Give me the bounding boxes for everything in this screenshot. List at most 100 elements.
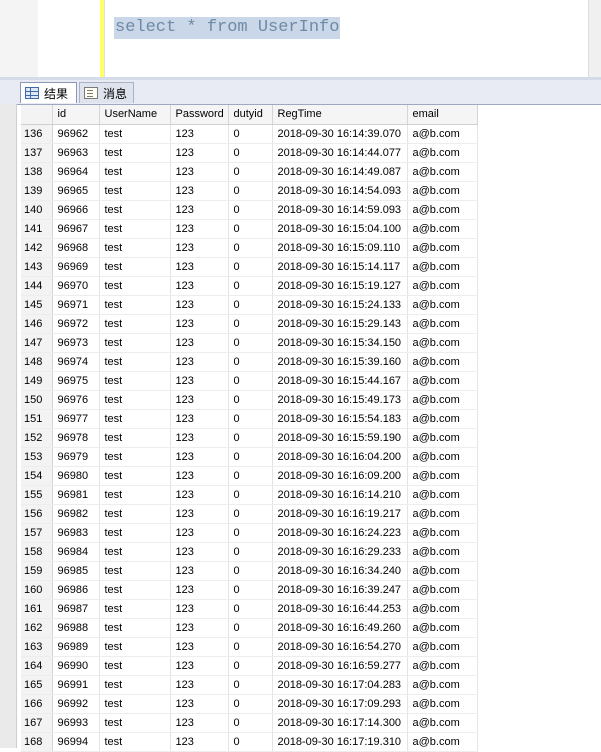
cell-regtime[interactable]: 2018-09-30 16:16:49.260 [272,618,408,638]
cell-email[interactable]: a@b.com [407,580,478,600]
cell-regtime[interactable]: 2018-09-30 16:16:04.200 [272,447,408,467]
cell-email[interactable]: a@b.com [407,295,478,315]
cell-regtime[interactable]: 2018-09-30 16:16:24.223 [272,523,408,543]
row-number[interactable]: 137 [21,143,53,163]
row-number[interactable]: 149 [21,371,53,391]
cell-username[interactable]: test [99,428,171,448]
cell-username[interactable]: test [99,295,171,315]
table-row[interactable]: 166 96992 test 123 0 2018-09-30 16:17:09.293 a… [21,694,478,714]
cell-username[interactable]: test [99,390,171,410]
cell-dutyid[interactable]: 0 [228,124,273,144]
cell-email[interactable]: a@b.com [407,618,478,638]
cell-regtime[interactable]: 2018-09-30 16:16:29.233 [272,542,408,562]
cell-email[interactable]: a@b.com [407,238,478,258]
cell-regtime[interactable]: 2018-09-30 16:16:14.210 [272,485,408,505]
cell-regtime[interactable]: 2018-09-30 16:15:49.173 [272,390,408,410]
cell-dutyid[interactable]: 0 [228,162,273,182]
cell-id[interactable]: 96985 [52,561,100,581]
row-number[interactable]: 138 [21,162,53,182]
cell-id[interactable]: 96976 [52,390,100,410]
row-number[interactable]: 141 [21,219,53,239]
cell-id[interactable]: 96986 [52,580,100,600]
cell-regtime[interactable]: 2018-09-30 16:15:44.167 [272,371,408,391]
cell-id[interactable]: 96974 [52,352,100,372]
row-number[interactable]: 143 [21,257,53,277]
cell-id[interactable]: 96989 [52,637,100,657]
row-number[interactable]: 168 [21,732,53,752]
cell-email[interactable]: a@b.com [407,542,478,562]
row-number[interactable]: 156 [21,504,53,524]
table-row[interactable]: 160 96986 test 123 0 2018-09-30 16:16:39.247 a… [21,580,478,600]
cell-username[interactable]: test [99,200,171,220]
cell-email[interactable]: a@b.com [407,428,478,448]
cell-dutyid[interactable]: 0 [228,618,273,638]
cell-dutyid[interactable]: 0 [228,200,273,220]
table-row[interactable]: 152 96978 test 123 0 2018-09-30 16:15:59.190 a… [21,428,478,448]
table-row[interactable]: 141 96967 test 123 0 2018-09-30 16:15:04.100 a… [21,219,478,239]
cell-password[interactable]: 123 [170,713,229,733]
cell-username[interactable]: test [99,352,171,372]
cell-id[interactable]: 96982 [52,504,100,524]
cell-id[interactable]: 96991 [52,675,100,695]
cell-password[interactable]: 123 [170,732,229,752]
cell-regtime[interactable]: 2018-09-30 16:16:54.270 [272,637,408,657]
row-number[interactable]: 164 [21,656,53,676]
cell-regtime[interactable]: 2018-09-30 16:15:34.150 [272,333,408,353]
table-row[interactable]: 145 96971 test 123 0 2018-09-30 16:15:24.133 a… [21,295,478,315]
cell-regtime[interactable]: 2018-09-30 16:15:59.190 [272,428,408,448]
cell-password[interactable]: 123 [170,618,229,638]
cell-dutyid[interactable]: 0 [228,637,273,657]
cell-id[interactable]: 96969 [52,257,100,277]
cell-password[interactable]: 123 [170,276,229,296]
cell-dutyid[interactable]: 0 [228,713,273,733]
tab-messages[interactable]: 消息 [79,82,134,103]
cell-email[interactable]: a@b.com [407,257,478,277]
cell-password[interactable]: 123 [170,485,229,505]
sql-query-text[interactable]: select * from UserInfo [114,17,341,39]
cell-dutyid[interactable]: 0 [228,143,273,163]
cell-regtime[interactable]: 2018-09-30 16:15:04.100 [272,219,408,239]
cell-email[interactable]: a@b.com [407,352,478,372]
cell-regtime[interactable]: 2018-09-30 16:15:39.160 [272,352,408,372]
row-number[interactable]: 157 [21,523,53,543]
cell-id[interactable]: 96965 [52,181,100,201]
cell-username[interactable]: test [99,276,171,296]
cell-username[interactable]: test [99,447,171,467]
cell-username[interactable]: test [99,542,171,562]
row-number[interactable]: 152 [21,428,53,448]
table-row[interactable]: 142 96968 test 123 0 2018-09-30 16:15:09.110 a… [21,238,478,258]
cell-username[interactable]: test [99,561,171,581]
row-number[interactable]: 147 [21,333,53,353]
cell-password[interactable]: 123 [170,143,229,163]
table-row[interactable]: 136 96962 test 123 0 2018-09-30 16:14:39.070 a… [21,124,478,144]
cell-username[interactable]: test [99,143,171,163]
row-number[interactable]: 142 [21,238,53,258]
cell-regtime[interactable]: 2018-09-30 16:14:59.093 [272,200,408,220]
cell-dutyid[interactable]: 0 [228,352,273,372]
cell-regtime[interactable]: 2018-09-30 16:17:09.293 [272,694,408,714]
table-row[interactable]: 156 96982 test 123 0 2018-09-30 16:16:19.217 a… [21,504,478,524]
row-number[interactable]: 166 [21,694,53,714]
cell-dutyid[interactable]: 0 [228,409,273,429]
cell-dutyid[interactable]: 0 [228,542,273,562]
row-number[interactable]: 136 [21,124,53,144]
cell-username[interactable]: test [99,485,171,505]
cell-password[interactable]: 123 [170,561,229,581]
cell-password[interactable]: 123 [170,257,229,277]
cell-password[interactable]: 123 [170,542,229,562]
cell-email[interactable]: a@b.com [407,200,478,220]
table-row[interactable]: 162 96988 test 123 0 2018-09-30 16:16:49.260 a… [21,618,478,638]
cell-username[interactable]: test [99,124,171,144]
cell-id[interactable]: 96972 [52,314,100,334]
cell-id[interactable]: 96990 [52,656,100,676]
cell-regtime[interactable]: 2018-09-30 16:15:19.127 [272,276,408,296]
cell-email[interactable]: a@b.com [407,599,478,619]
cell-dutyid[interactable]: 0 [228,238,273,258]
cell-dutyid[interactable]: 0 [228,447,273,467]
cell-regtime[interactable]: 2018-09-30 16:16:44.253 [272,599,408,619]
table-row[interactable]: 158 96984 test 123 0 2018-09-30 16:16:29.233 a… [21,542,478,562]
cell-email[interactable]: a@b.com [407,675,478,695]
query-editor[interactable]: 5 6 7 8 select * from UserInfo [0,0,601,77]
row-number[interactable]: 151 [21,409,53,429]
table-row[interactable]: 150 96976 test 123 0 2018-09-30 16:15:49.173 a… [21,390,478,410]
